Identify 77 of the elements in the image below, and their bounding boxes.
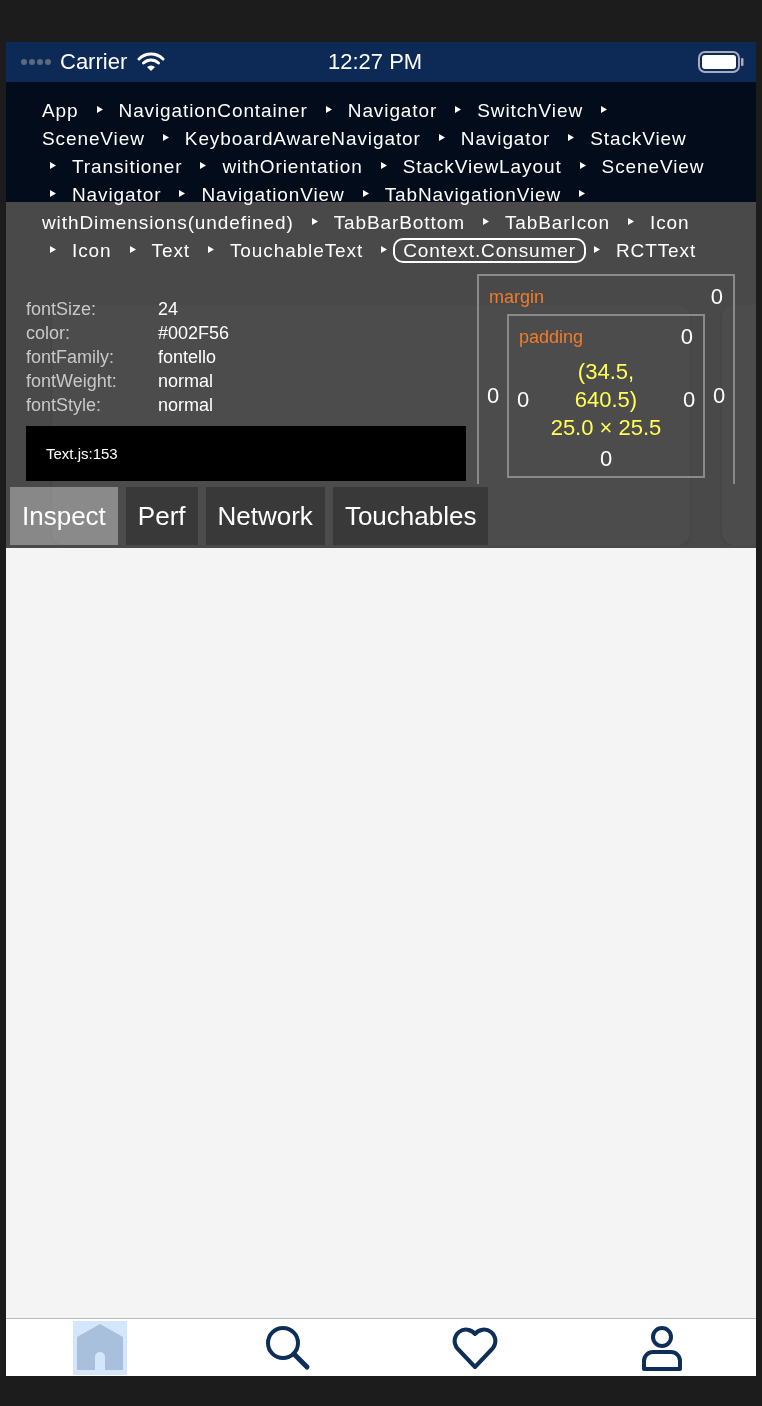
hierarchy-item[interactable]: TabNavigationView xyxy=(374,182,572,207)
hierarchy-item[interactable]: Icon xyxy=(640,210,700,235)
hierarchy-item[interactable]: SceneView xyxy=(32,126,155,151)
style-name: fontFamily: xyxy=(26,346,116,369)
hierarchy-item[interactable]: Navigator xyxy=(450,126,561,151)
style-value: fontello xyxy=(158,346,217,369)
hierarchy-item[interactable]: NavigationContainer xyxy=(108,98,318,123)
margin-label: margin xyxy=(489,286,545,308)
element-size: 25.0 × 25.5 xyxy=(550,414,662,442)
hierarchy-item[interactable]: App xyxy=(32,98,89,123)
margin-value: 0 xyxy=(711,383,727,409)
hierarchy-item[interactable]: Text xyxy=(141,238,200,263)
style-value: normal xyxy=(158,394,214,417)
margin-value: 0 xyxy=(485,383,501,409)
inspector-tab[interactable]: Network xyxy=(205,487,325,545)
separator-icon xyxy=(129,246,136,254)
inspector-tab[interactable]: Perf xyxy=(125,487,198,545)
padding-value: 0 xyxy=(680,324,693,350)
padding-value: 0 xyxy=(515,387,531,413)
separator-icon xyxy=(179,190,186,198)
style-name: fontSize: xyxy=(26,298,98,321)
separator-icon xyxy=(325,106,332,114)
separator-icon xyxy=(380,162,387,170)
signal-icon xyxy=(20,58,52,66)
hierarchy-item[interactable]: StackView xyxy=(580,126,697,151)
separator-icon xyxy=(482,218,489,226)
hierarchy-item[interactable]: SceneView xyxy=(591,154,715,179)
margin-value: 0 xyxy=(710,284,723,310)
padding-value: 0 xyxy=(599,446,613,471)
hierarchy-item[interactable]: SwitchView xyxy=(467,98,593,123)
style-value: #002F56 xyxy=(158,322,230,345)
hierarchy-item[interactable]: StackViewLayout xyxy=(392,154,572,179)
separator-icon xyxy=(162,134,169,142)
padding-value: 0 xyxy=(681,387,697,413)
style-value: normal xyxy=(158,370,214,393)
separator-icon xyxy=(207,246,214,254)
separator-icon xyxy=(593,246,600,254)
separator-icon xyxy=(628,218,634,226)
separator-icon xyxy=(568,134,575,142)
style-name: color: xyxy=(26,322,71,345)
separator-icon xyxy=(381,246,388,254)
hierarchy-item[interactable]: Transitioner xyxy=(62,154,193,179)
battery-icon xyxy=(698,51,744,73)
inspector-tab[interactable]: Touchables xyxy=(332,487,489,545)
hierarchy-item[interactable]: withOrientation xyxy=(212,154,373,179)
hierarchy-item[interactable]: NavigationView xyxy=(191,182,355,207)
hierarchy-item[interactable]: TabBarIcon xyxy=(494,210,620,235)
hierarchy-item[interactable]: TabBarBottom xyxy=(323,210,475,235)
style-value: 24 xyxy=(158,298,179,321)
element-position: (34.5, 640.5) xyxy=(573,358,639,414)
hierarchy-item[interactable]: Context.Consumer xyxy=(393,238,586,263)
style-name: fontWeight: xyxy=(26,370,118,393)
separator-icon xyxy=(579,162,586,170)
separator-icon xyxy=(601,106,607,114)
separator-icon xyxy=(96,106,103,114)
separator-icon xyxy=(311,218,318,226)
source-location[interactable]: Text.js:153 xyxy=(26,426,466,481)
separator-icon xyxy=(200,162,207,170)
separator-icon xyxy=(438,134,445,142)
padding-label: padding xyxy=(519,326,584,348)
wifi-icon xyxy=(137,52,166,72)
hierarchy-item[interactable]: KeyboardAwareNavigator xyxy=(174,126,431,151)
hierarchy-item[interactable]: Navigator xyxy=(62,182,172,207)
hierarchy-item[interactable]: RCTText xyxy=(605,238,707,263)
hierarchy-item[interactable]: withDimensions(undefined) xyxy=(32,210,304,235)
style-name: fontStyle: xyxy=(26,394,103,417)
hierarchy-item[interactable]: Navigator xyxy=(337,98,448,123)
separator-icon xyxy=(50,190,56,198)
hierarchy-item[interactable]: Icon xyxy=(62,238,122,263)
clock-time: 12:27 PM xyxy=(328,49,423,75)
separator-icon xyxy=(362,190,369,198)
separator-icon xyxy=(50,246,56,254)
separator-icon xyxy=(50,162,56,170)
separator-icon xyxy=(455,106,462,114)
carrier-name: Carrier xyxy=(60,49,128,75)
separator-icon xyxy=(579,190,586,198)
hierarchy-item[interactable]: TouchableText xyxy=(219,238,374,263)
